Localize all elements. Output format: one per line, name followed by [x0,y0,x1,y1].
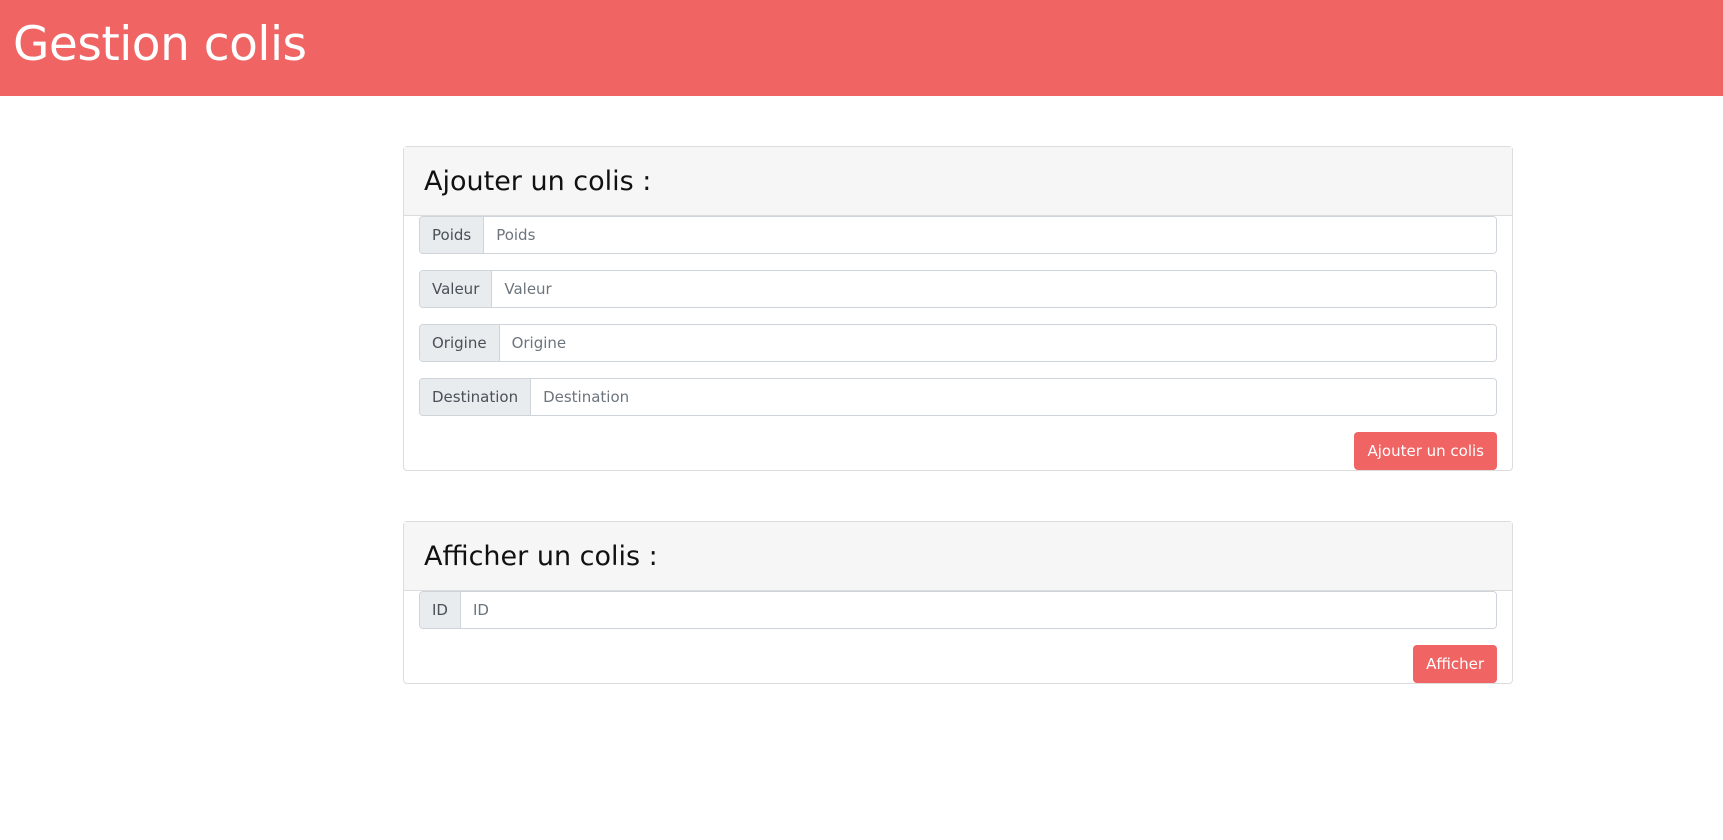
id-input[interactable] [460,592,1496,628]
id-label: ID [420,592,461,628]
show-parcel-button[interactable]: Afficher [1413,645,1497,683]
destination-label: Destination [420,379,532,415]
value-input-group: Valeur [419,270,1497,308]
show-parcel-title: Afficher un colis : [404,522,1512,591]
id-input-group: ID [419,591,1497,629]
app-header: Gestion colis [0,0,1723,96]
show-parcel-card: Afficher un colis : ID Afficher [403,521,1513,684]
add-parcel-button[interactable]: Ajouter un colis [1354,432,1497,470]
weight-input-group: Poids [419,216,1497,254]
weight-input[interactable] [484,217,1496,253]
add-parcel-card: Ajouter un colis : Poids Valeur Origine … [403,146,1513,471]
destination-input[interactable] [531,379,1496,415]
value-input[interactable] [492,271,1496,307]
value-label: Valeur [420,271,493,307]
origin-input[interactable] [499,325,1496,361]
origin-input-group: Origine [419,324,1497,362]
destination-input-group: Destination [419,378,1497,416]
weight-label: Poids [420,217,485,253]
add-parcel-title: Ajouter un colis : [404,147,1512,216]
app-title: Gestion colis [13,17,307,72]
origin-label: Origine [420,325,500,361]
